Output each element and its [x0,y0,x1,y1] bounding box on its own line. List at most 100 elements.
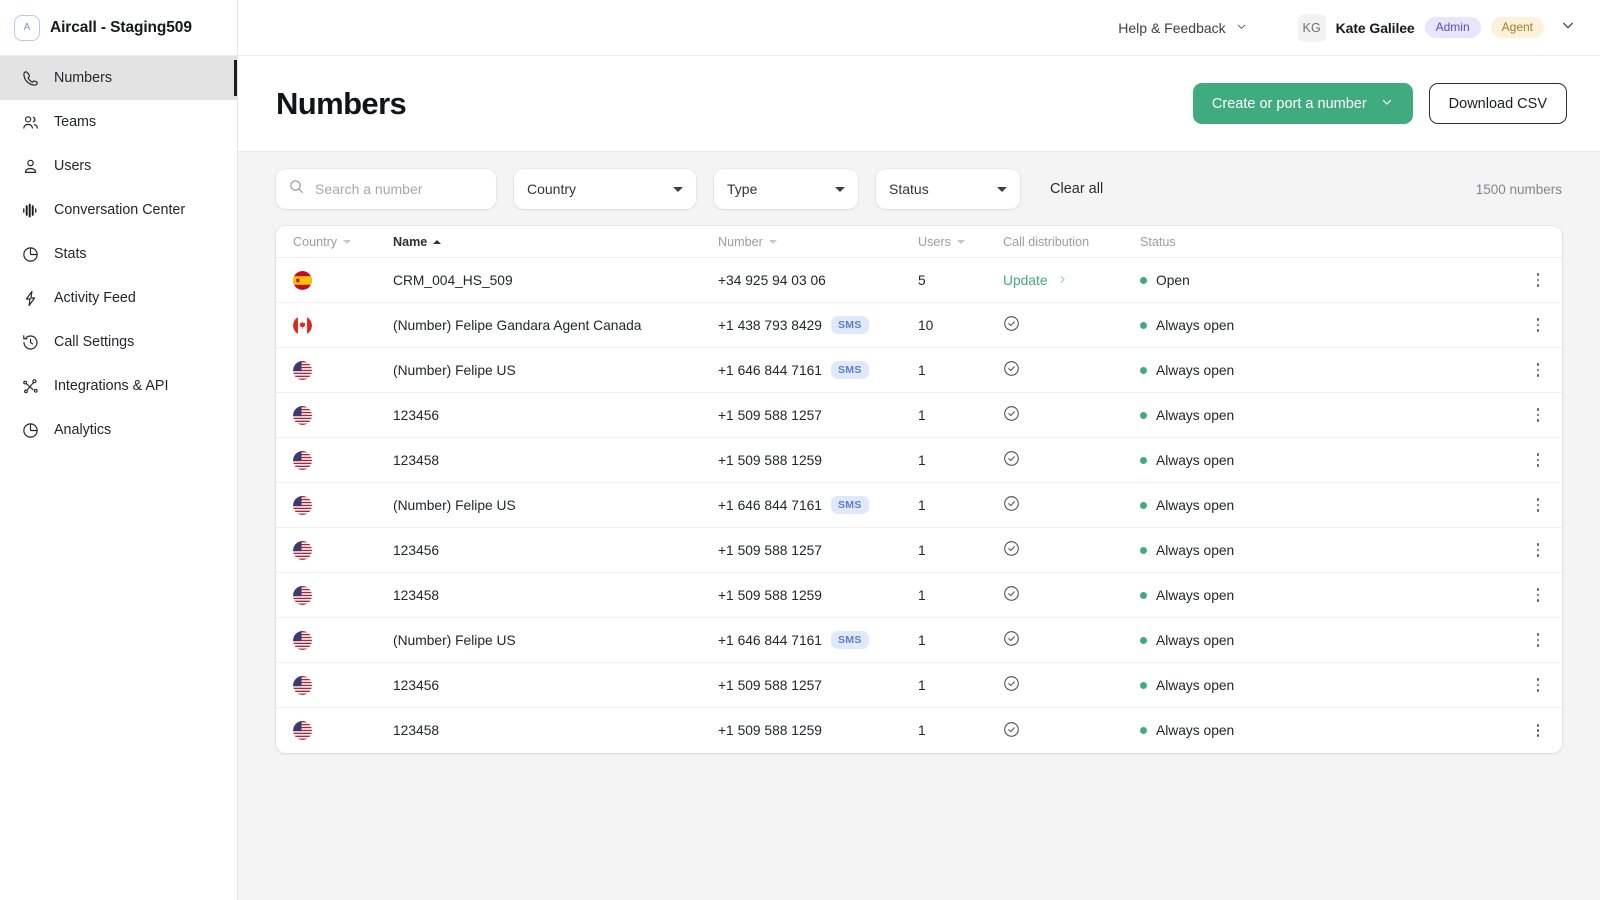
user-menu[interactable]: KG Kate Galilee Admin Agent [1298,14,1576,42]
topbar: Help & Feedback KG Kate Galilee Admin Ag… [238,0,1600,56]
table-row[interactable]: (Number) Felipe US+1 646 844 7161SMS1Alw… [276,483,1562,528]
status-filter-select[interactable]: Status [876,169,1020,209]
sms-badge: SMS [831,361,869,380]
help-feedback-menu[interactable]: Help & Feedback [1118,20,1247,36]
column-header-country[interactable]: Country [276,235,393,249]
status-dot [1140,367,1147,374]
call-distribution-check-icon[interactable] [1003,410,1020,425]
clear-all-button[interactable]: Clear all [1050,181,1103,197]
user-icon [20,156,40,176]
column-header-number[interactable]: Number [718,235,918,249]
call-distribution-check-icon[interactable] [1003,635,1020,650]
row-menu-icon[interactable] [1531,718,1546,743]
row-menu-icon[interactable] [1531,447,1546,472]
update-call-distribution-link[interactable]: Update [1003,273,1140,288]
sidebar-item-teams[interactable]: Teams [0,100,237,144]
search-box[interactable] [276,169,496,209]
sidebar-item-numbers[interactable]: Numbers [0,56,237,100]
table-row[interactable]: 123456+1 509 588 12571Always open [276,393,1562,438]
column-header-name[interactable]: Name [393,235,718,249]
status-label: Always open [1156,588,1234,603]
download-csv-button[interactable]: Download CSV [1429,83,1567,124]
call-distribution-check-icon[interactable] [1003,365,1020,380]
cell-number: +1 509 588 1257 [718,678,918,693]
cell-actions [1514,718,1562,743]
cell-status: Always open [1140,498,1514,513]
row-menu-icon[interactable] [1531,267,1546,292]
table-row[interactable]: 123456+1 509 588 12571Always open [276,663,1562,708]
row-menu-icon[interactable] [1531,402,1546,427]
cell-status: Always open [1140,318,1514,333]
sidebar-item-label: Call Settings [54,334,134,350]
cell-call-distribution [1003,585,1140,605]
type-filter-select[interactable]: Type [714,169,858,209]
row-menu-icon[interactable] [1531,537,1546,562]
table-row[interactable]: 123458+1 509 588 12591Always open [276,438,1562,483]
cell-country [276,541,393,560]
app-root: A Aircall - Staging509 Numbers Teams [0,0,1600,900]
sidebar-item-integrations-api[interactable]: Integrations & API [0,364,237,408]
status-label: Always open [1156,498,1234,513]
cell-status: Open [1140,273,1514,288]
cell-actions [1514,582,1562,607]
row-menu-icon[interactable] [1531,357,1546,382]
chevron-down-icon [769,240,777,244]
chevron-down-icon [673,187,683,192]
brand-header[interactable]: A Aircall - Staging509 [0,0,237,56]
sidebar-item-conversation-center[interactable]: Conversation Center [0,188,237,232]
call-distribution-check-icon[interactable] [1003,455,1020,470]
row-menu-icon[interactable] [1531,627,1546,652]
sidebar-item-stats[interactable]: Stats [0,232,237,276]
flag-icon-us [293,631,393,650]
create-or-port-number-button[interactable]: Create or port a number [1193,83,1413,124]
column-header-users[interactable]: Users [918,235,1003,249]
cell-users: 10 [918,318,1003,333]
sidebar-item-activity-feed[interactable]: Activity Feed [0,276,237,320]
table-row[interactable]: (Number) Felipe US+1 646 844 7161SMS1Alw… [276,348,1562,393]
table-row[interactable]: CRM_004_HS_509+34 925 94 03 065UpdateOpe… [276,258,1562,303]
cell-status: Always open [1140,363,1514,378]
number-value: +1 509 588 1257 [718,543,822,558]
phone-icon [20,68,40,88]
call-distribution-check-icon[interactable] [1003,500,1020,515]
call-distribution-check-icon[interactable] [1003,726,1020,741]
call-distribution-check-icon[interactable] [1003,590,1020,605]
row-menu-icon[interactable] [1531,492,1546,517]
status-label: Always open [1156,723,1234,738]
pie-chart-icon [20,420,40,440]
cell-number: +1 509 588 1259 [718,723,918,738]
table-row[interactable]: (Number) Felipe US+1 646 844 7161SMS1Alw… [276,618,1562,663]
chevron-down-icon[interactable] [1560,17,1576,38]
numbers-table: Country Name Number Users [276,226,1562,753]
call-distribution-check-icon[interactable] [1003,545,1020,560]
call-distribution-check-icon[interactable] [1003,680,1020,695]
flag-icon-us [293,586,393,605]
search-input[interactable] [315,181,484,197]
row-menu-icon[interactable] [1531,672,1546,697]
number-value: +1 646 844 7161 [718,633,822,648]
sidebar-item-users[interactable]: Users [0,144,237,188]
row-menu-icon[interactable] [1531,582,1546,607]
table-row[interactable]: 123456+1 509 588 12571Always open [276,528,1562,573]
table-row[interactable]: 123458+1 509 588 12591Always open [276,708,1562,753]
call-distribution-check-icon[interactable] [1003,320,1020,335]
table-header-row: Country Name Number Users [276,226,1562,258]
cell-call-distribution [1003,540,1140,560]
number-value: +1 646 844 7161 [718,363,822,378]
number-value: +1 509 588 1259 [718,453,822,468]
chevron-down-icon [1380,95,1394,113]
table-row[interactable]: 123458+1 509 588 12591Always open [276,573,1562,618]
sidebar-item-label: Activity Feed [54,290,136,306]
sidebar-item-call-settings[interactable]: Call Settings [0,320,237,364]
cell-users: 1 [918,408,1003,423]
sidebar-item-analytics[interactable]: Analytics [0,408,237,452]
table-row[interactable]: (Number) Felipe Gandara Agent Canada+1 4… [276,303,1562,348]
column-header-status-label: Status [1140,235,1176,249]
aircall-logo-icon: A [14,15,40,41]
cell-call-distribution [1003,675,1140,695]
row-menu-icon[interactable] [1531,312,1546,337]
country-filter-select[interactable]: Country [514,169,696,209]
column-header-number-label: Number [718,235,763,249]
cell-actions [1514,672,1562,697]
nodes-icon [20,376,40,396]
